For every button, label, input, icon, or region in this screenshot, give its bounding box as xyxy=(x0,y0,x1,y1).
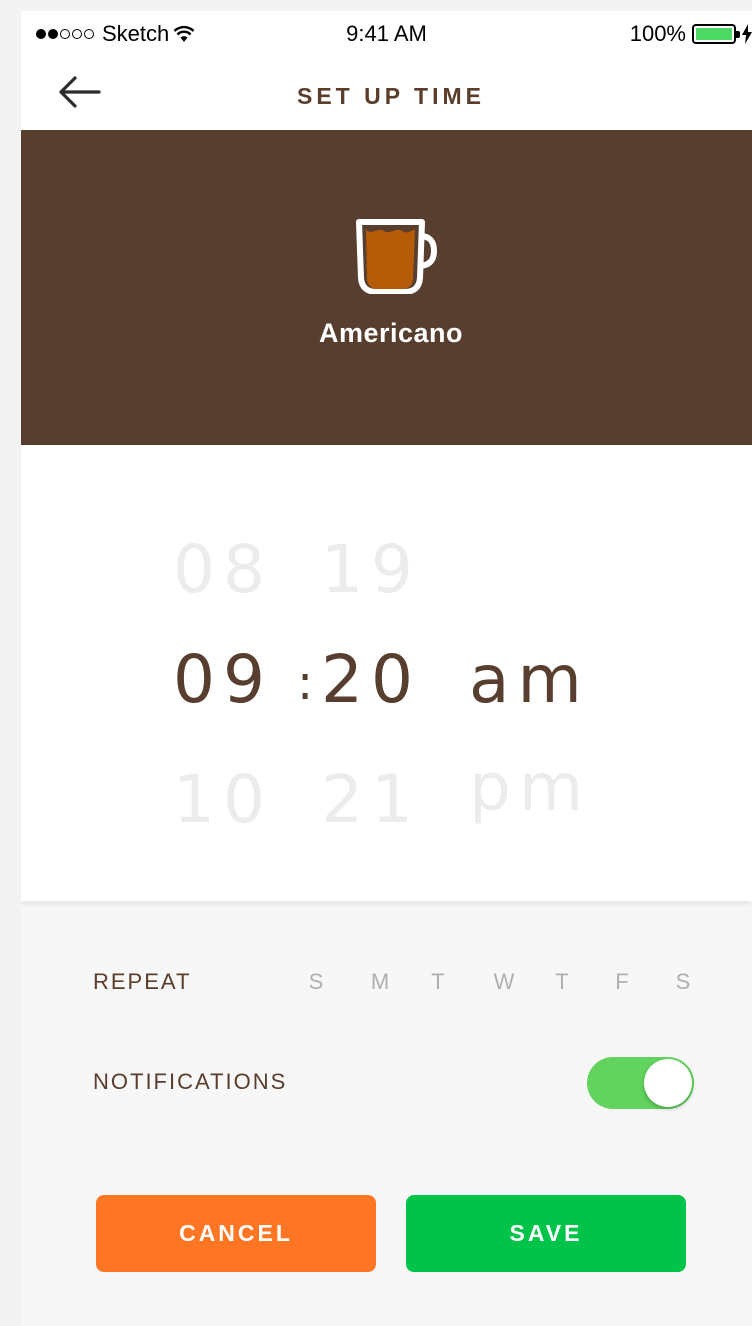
picker-period-selected[interactable]: am xyxy=(469,641,590,718)
drink-header: Americano xyxy=(21,130,752,445)
drink-name: Americano xyxy=(318,318,464,348)
picker-hour-previous[interactable]: 08 xyxy=(173,531,273,608)
repeat-day-sunday[interactable]: S xyxy=(304,969,328,995)
notifications-label: NOTIFICATIONS xyxy=(93,1069,288,1094)
repeat-label: REPEAT xyxy=(93,969,192,994)
app-screen: Sketch 9:41 AM 100% SET UP TIME American… xyxy=(21,11,752,1326)
repeat-day-thursday[interactable]: T xyxy=(550,969,574,995)
picker-separator: : xyxy=(297,655,314,711)
repeat-day-wednesday[interactable]: W xyxy=(492,969,516,995)
time-picker[interactable]: 08 19 09 : 20 am 10 21 pm xyxy=(21,445,752,901)
repeat-day-saturday[interactable]: S xyxy=(671,969,695,995)
notifications-toggle[interactable] xyxy=(587,1057,694,1109)
picker-period-next[interactable]: pm xyxy=(469,749,591,826)
repeat-day-friday[interactable]: F xyxy=(610,969,634,995)
picker-hour-selected[interactable]: 09 xyxy=(173,641,273,718)
repeat-day-monday[interactable]: M xyxy=(368,969,392,995)
picker-minute-next[interactable]: 21 xyxy=(321,761,421,838)
picker-hour-next[interactable]: 10 xyxy=(173,761,273,838)
battery-percent: 100% xyxy=(629,21,686,46)
picker-minute-previous[interactable]: 19 xyxy=(321,531,421,608)
repeat-day-tuesday[interactable]: T xyxy=(426,969,450,995)
toggle-knob xyxy=(644,1059,692,1107)
navigation-bar: SET UP TIME xyxy=(21,53,752,130)
charging-bolt-icon xyxy=(742,24,752,44)
battery-icon xyxy=(692,24,740,44)
status-bar-right: 100% xyxy=(630,21,752,47)
status-bar: Sketch 9:41 AM 100% xyxy=(21,11,752,53)
page-title: SET UP TIME xyxy=(297,83,485,109)
coffee-cup-icon xyxy=(356,219,438,294)
cancel-button[interactable]: CANCEL xyxy=(96,1195,376,1272)
save-button[interactable]: SAVE xyxy=(406,1195,686,1272)
picker-minute-selected[interactable]: 20 xyxy=(321,641,421,718)
